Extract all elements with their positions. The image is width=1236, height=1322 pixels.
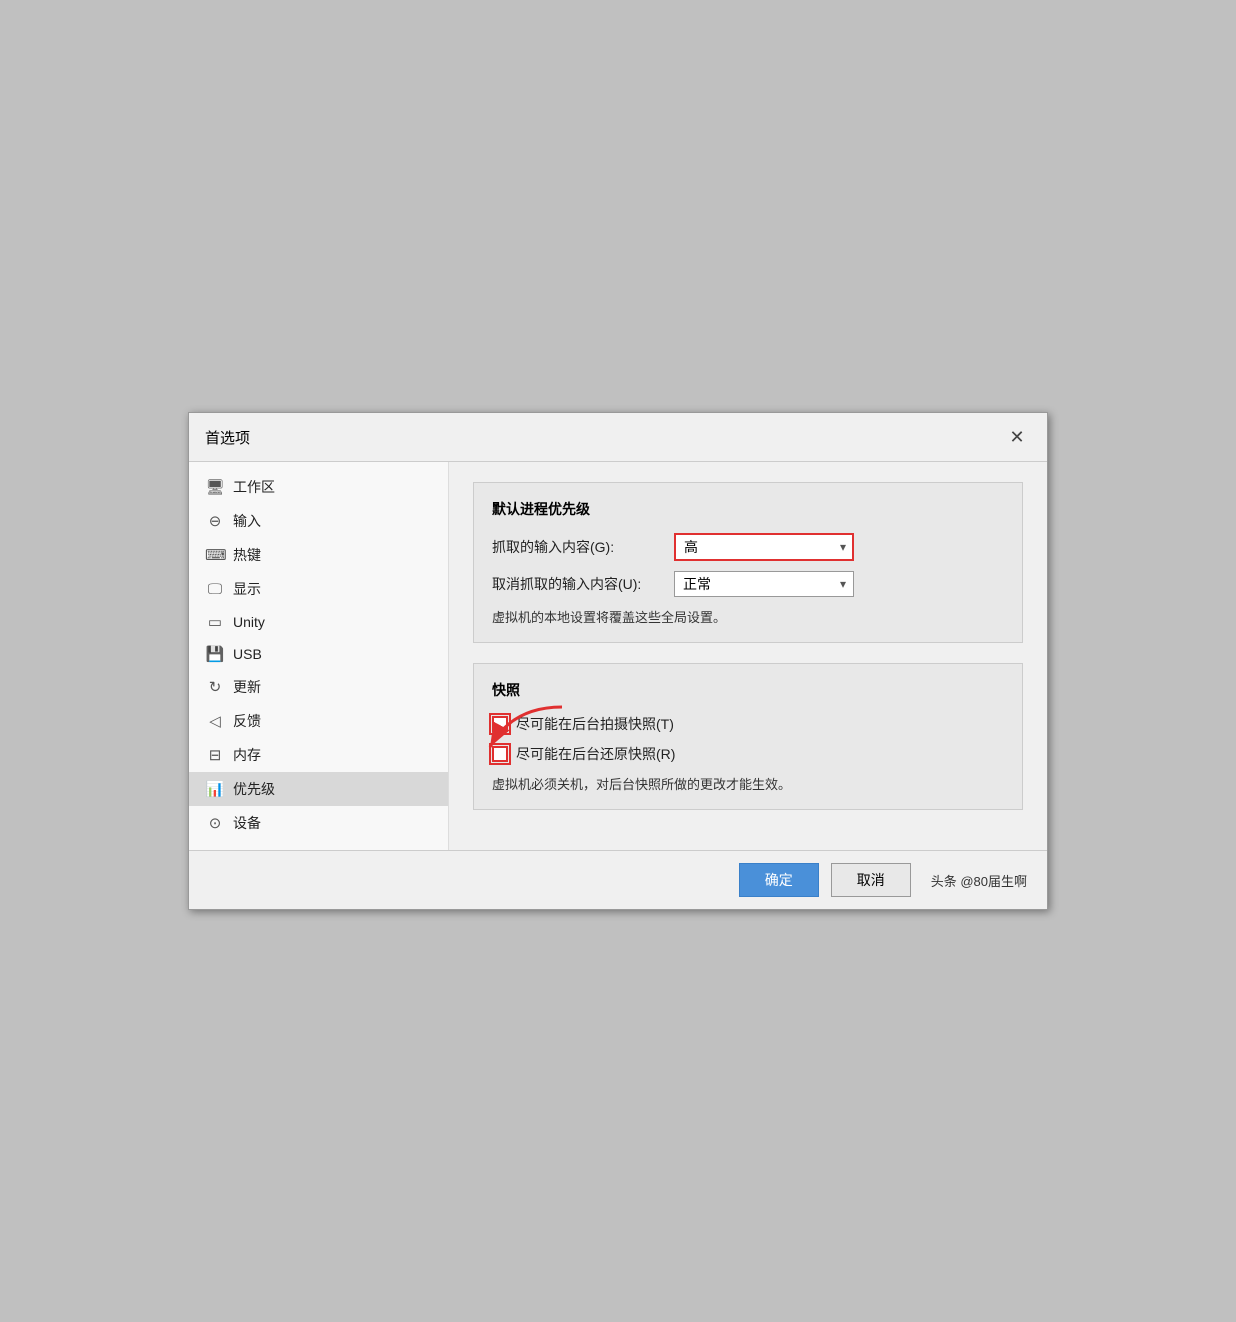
snapshot-restore-checkbox[interactable] [492,746,508,762]
sidebar-item-device[interactable]: ⊙ 设备 [189,806,448,840]
input-icon: ⊖ [205,512,225,530]
grab-row: 抓取的输入内容(G): 低 正常 高 最高 [492,533,1004,561]
dialog-footer: 确定 取消 头条 @80届生啊 [189,850,1047,909]
sidebar-label-update: 更新 [233,677,261,697]
sidebar-label-device: 设备 [233,813,261,833]
section-snapshot-title: 快照 [492,680,1004,700]
usb-icon: 💾 [205,645,225,663]
workspace-icon: 🖥 [205,478,225,496]
sidebar-item-hotkey[interactable]: ⌨ 热键 [189,538,448,572]
cancel-button[interactable]: 取消 [831,863,911,897]
watermark: 头条 @80届生啊 [931,871,1027,890]
sidebar-label-priority: 优先级 [233,779,275,799]
sidebar-label-feedback: 反馈 [233,711,261,731]
section-snapshot: 快照 尽可能在后台拍摄快照(T) [473,663,1023,810]
snapshot-capture-row: 尽可能在后台拍摄快照(T) [492,714,1004,734]
priority-info-text: 虚拟机的本地设置将覆盖这些全局设置。 [492,607,1004,626]
snapshot-restore-row: 尽可能在后台还原快照(R) [492,744,1004,764]
memory-icon: ⊟ [205,746,225,764]
snapshot-info-text: 虚拟机必须关机，对后台快照所做的更改才能生效。 [492,774,1004,793]
sidebar-item-update[interactable]: ↻ 更新 [189,670,448,704]
ok-button[interactable]: 确定 [739,863,819,897]
sidebar-item-feedback[interactable]: ◁ 反馈 [189,704,448,738]
sidebar-item-workspace[interactable]: 🖥 工作区 [189,470,448,504]
sidebar-label-input: 输入 [233,511,261,531]
dialog-body: 🖥工作区⊖输入⌨热键🖵显示▭Unity💾USB↻更新◁反馈⊟内存📊优先级⊙设备 … [189,462,1047,850]
sidebar-label-memory: 内存 [233,745,261,765]
sidebar-item-input[interactable]: ⊖ 输入 [189,504,448,538]
snapshot-capture-label: 尽可能在后台拍摄快照(T) [516,714,674,734]
dialog-title: 首选项 [205,427,250,448]
sidebar-item-unity[interactable]: ▭ Unity [189,606,448,638]
ungrab-row: 取消抓取的输入内容(U): 低 正常 高 最高 [492,571,1004,597]
sidebar-label-usb: USB [233,646,262,662]
snapshot-restore-label: 尽可能在后台还原快照(R) [516,744,675,764]
snapshot-capture-checkbox[interactable] [492,716,508,732]
content-area: 默认进程优先级 抓取的输入内容(G): 低 正常 高 最高 取消抓取的输入内容(… [449,462,1047,850]
sidebar-label-unity: Unity [233,614,265,630]
grab-select-wrapper: 低 正常 高 最高 [674,533,854,561]
ungrab-select-wrapper: 低 正常 高 最高 [674,571,854,597]
sidebar-item-usb[interactable]: 💾 USB [189,638,448,670]
sidebar-item-priority[interactable]: 📊 优先级 [189,772,448,806]
grab-select[interactable]: 低 正常 高 最高 [674,533,854,561]
ungrab-label: 取消抓取的输入内容(U): [492,574,662,594]
hotkey-icon: ⌨ [205,546,225,564]
sidebar-item-display[interactable]: 🖵 显示 [189,572,448,606]
ungrab-select[interactable]: 低 正常 高 最高 [674,571,854,597]
section-priority-title: 默认进程优先级 [492,499,1004,519]
preferences-dialog: 首选项 ✕ 🖥 工作区 ⊖ 输入 ⌨ 热键 🖵 显示 ▭ Unity 💾 USB ↻ 更新 ◁ 反馈 ⊟ 内存 📊 优… [188,412,1048,910]
feedback-icon: ◁ [205,712,225,730]
sidebar-label-display: 显示 [233,579,261,599]
title-bar: 首选项 ✕ [189,413,1047,462]
sidebar-label-hotkey: 热键 [233,545,261,565]
section-priority: 默认进程优先级 抓取的输入内容(G): 低 正常 高 最高 取消抓取的输入内容(… [473,482,1023,643]
update-icon: ↻ [205,678,225,696]
close-button[interactable]: ✕ [1003,423,1031,451]
device-icon: ⊙ [205,814,225,832]
sidebar: 🖥 工作区 ⊖ 输入 ⌨ 热键 🖵 显示 ▭ Unity 💾 USB ↻ 更新 ◁ 反馈 ⊟ 内存 📊 优先级 ⊙ 设备 [189,462,449,850]
unity-icon: ▭ [205,613,225,631]
sidebar-item-memory[interactable]: ⊟ 内存 [189,738,448,772]
grab-label: 抓取的输入内容(G): [492,537,662,557]
priority-icon: 📊 [205,780,225,798]
display-icon: 🖵 [205,581,225,598]
sidebar-label-workspace: 工作区 [233,477,275,497]
